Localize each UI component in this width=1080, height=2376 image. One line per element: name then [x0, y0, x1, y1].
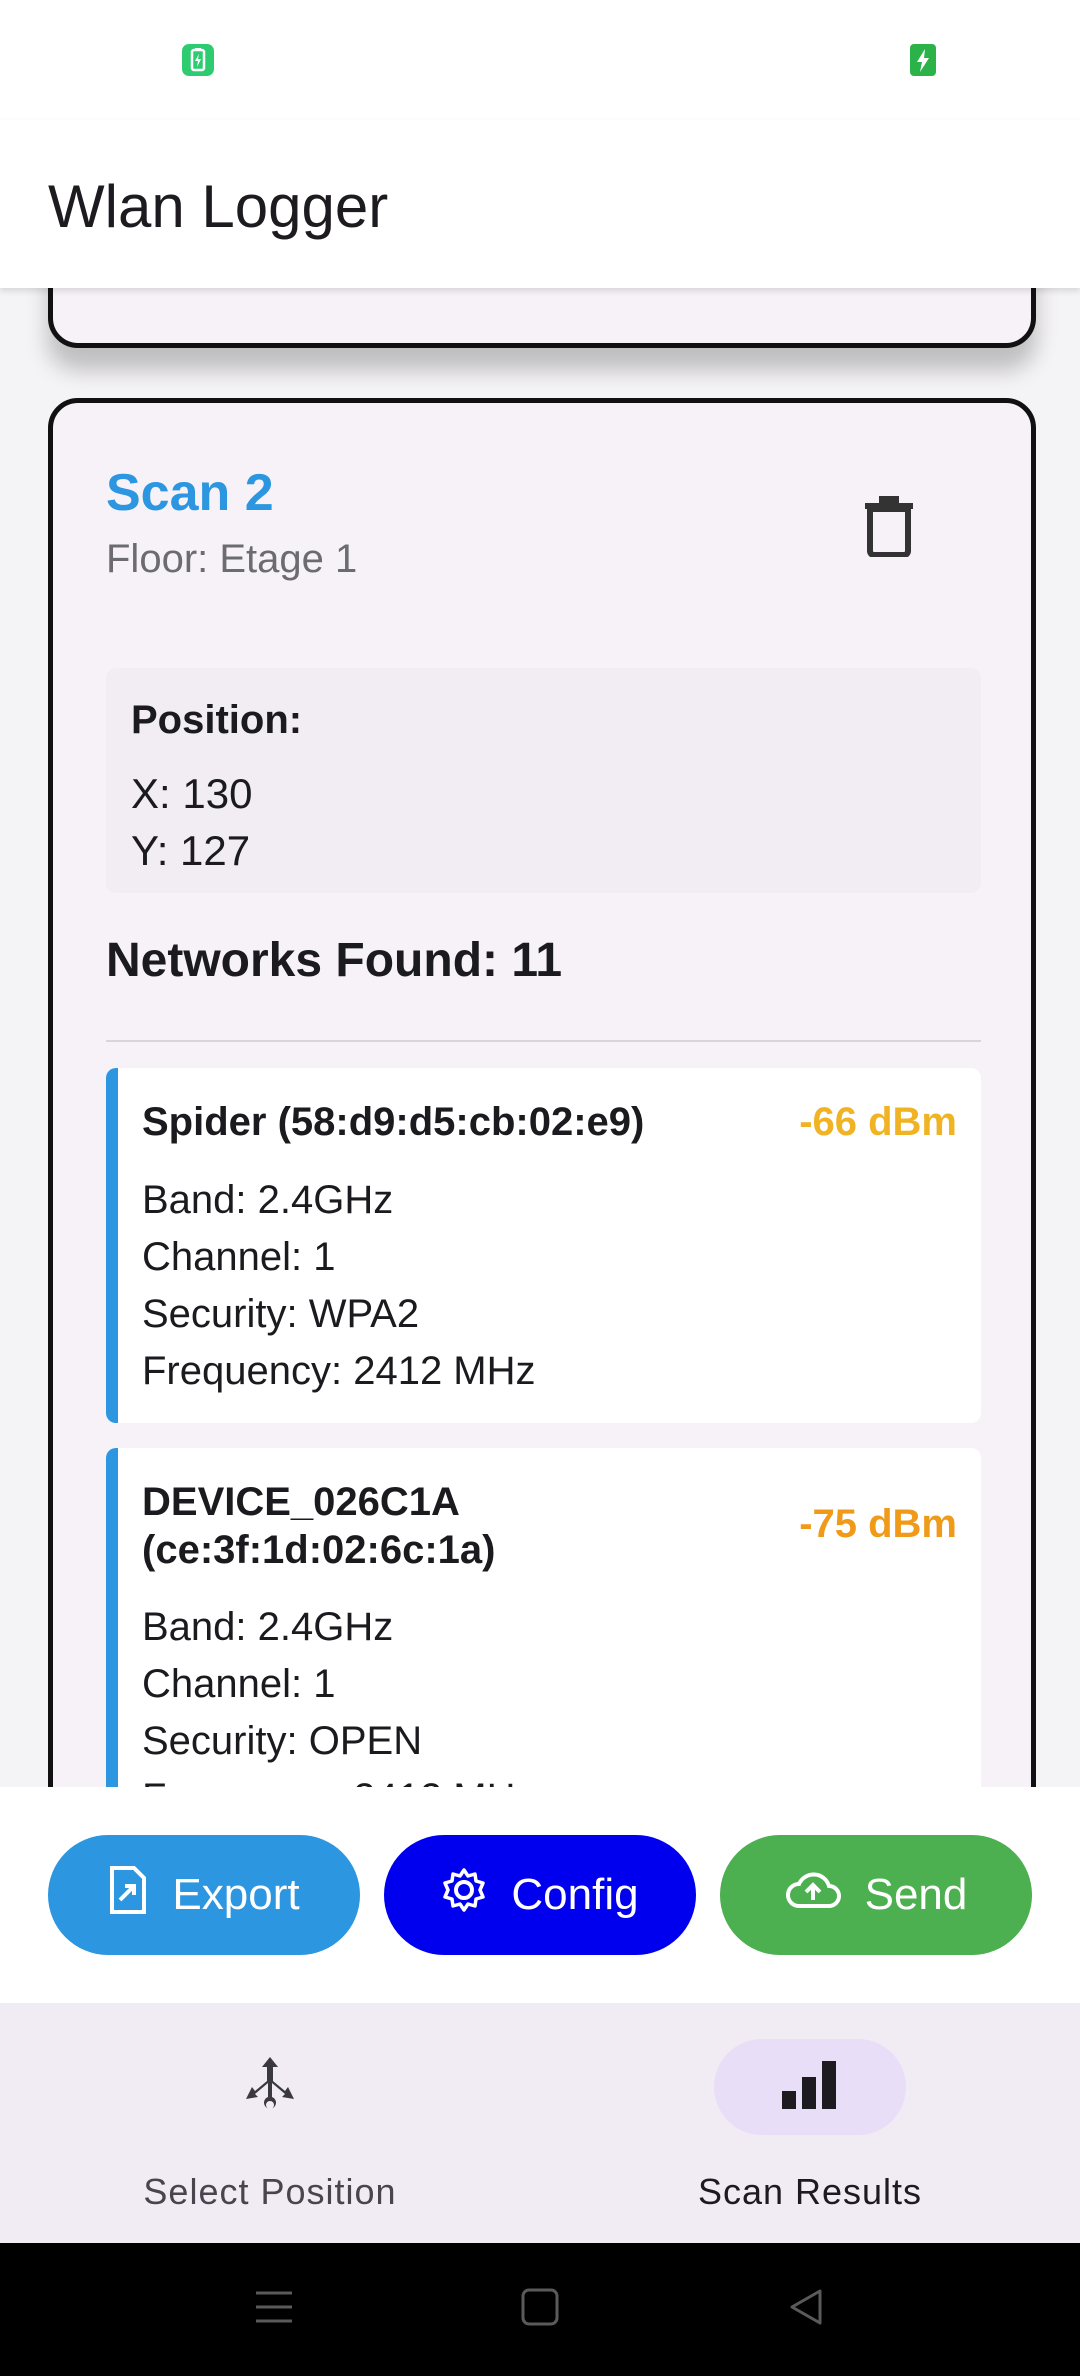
network-band: Band: 2.4GHz: [142, 1178, 394, 1222]
bar-chart-icon: [780, 2059, 840, 2116]
network-signal: -66 dBm: [799, 1100, 957, 1144]
menu-icon[interactable]: [254, 2287, 294, 2332]
scan-title: Scan 2: [106, 464, 274, 522]
position-label: Position:: [131, 698, 303, 742]
system-navigation-bar: [0, 2243, 1080, 2376]
back-icon[interactable]: [786, 2287, 826, 2332]
position-box: Position: X: 130 Y: 127: [106, 668, 981, 893]
position-y: Y: 127: [131, 827, 251, 874]
divider: [106, 1040, 981, 1042]
cloud-upload-icon: [785, 1870, 865, 1921]
scan-results-list[interactable]: Scan 2 Floor: Etage 1 Position: X: 130 Y…: [0, 288, 1080, 1788]
gear-icon: [441, 1867, 511, 1924]
home-icon[interactable]: [520, 2287, 560, 2332]
app-title: Wlan Logger: [48, 173, 389, 240]
network-name: DEVICE_026C1A (ce:3f:1d:02:6c:1a): [142, 1480, 496, 1572]
send-button[interactable]: Send: [720, 1835, 1032, 1955]
network-band: Band: 2.4GHz: [142, 1605, 394, 1649]
export-button[interactable]: Export: [48, 1835, 360, 1955]
bottom-navigation: Select Position Scan Results: [0, 2003, 1080, 2243]
network-item[interactable]: DEVICE_026C1A (ce:3f:1d:02:6c:1a) -75 dB…: [106, 1448, 981, 1788]
networks-found-count: Networks Found: 11: [106, 934, 563, 987]
export-label: Export: [172, 1870, 300, 1919]
network-frequency: Frequency: 2412 MHz: [142, 1349, 536, 1393]
app-bar: Wlan Logger: [0, 120, 1080, 288]
network-frequency: Frequency: 2412 MHz: [142, 1774, 536, 1788]
network-signal: -75 dBm: [799, 1502, 957, 1546]
scan-floor: Floor: Etage 1: [106, 537, 358, 581]
action-bar: Export Config Send: [0, 1787, 1080, 2003]
network-name: Spider (58:d9:d5:cb:02:e9): [142, 1100, 645, 1144]
trash-icon: [861, 496, 917, 561]
battery-saver-icon: [180, 42, 216, 78]
delete-scan-button[interactable]: [861, 493, 931, 573]
nav-selected-indicator: [714, 2039, 906, 2135]
nav-label-select-position: Select Position: [143, 2171, 397, 2212]
send-label: Send: [864, 1870, 968, 1919]
network-channel: Channel: 1: [142, 1235, 336, 1279]
nav-item-select-position[interactable]: Select Position: [0, 2003, 540, 2243]
network-security: Security: OPEN: [142, 1719, 423, 1763]
config-button[interactable]: Config: [384, 1835, 696, 1955]
network-item[interactable]: Spider (58:d9:d5:cb:02:e9) -66 dBm Band:…: [106, 1068, 981, 1423]
nav-label-scan-results: Scan Results: [697, 2171, 923, 2212]
network-channel: Channel: 1: [142, 1662, 336, 1706]
position-x: X: 130: [131, 770, 253, 817]
previous-scan-card[interactable]: [48, 288, 1036, 348]
move-arrows-icon: [238, 2053, 302, 2122]
config-label: Config: [511, 1870, 639, 1919]
scan-card[interactable]: Scan 2 Floor: Etage 1 Position: X: 130 Y…: [48, 398, 1036, 1788]
network-security: Security: WPA2: [142, 1292, 420, 1336]
nav-item-scan-results[interactable]: Scan Results: [540, 2003, 1080, 2243]
battery-charging-icon: [908, 42, 938, 78]
status-bar: [0, 0, 1080, 120]
nav-icon-container: [174, 2039, 366, 2135]
file-export-icon: [108, 1865, 172, 1925]
